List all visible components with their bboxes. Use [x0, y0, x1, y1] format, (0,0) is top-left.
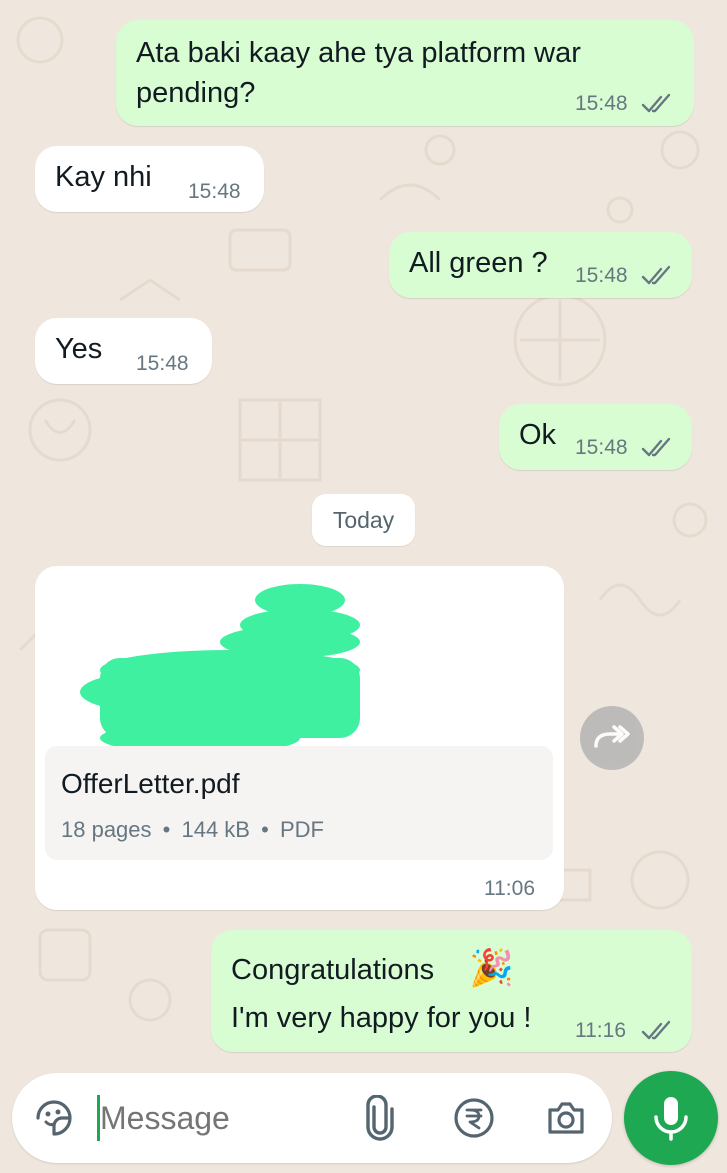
document-pages: 18 pages [61, 817, 152, 842]
redacted-document-preview [80, 584, 360, 754]
message-text: Ok [519, 419, 557, 451]
message-bubble-incoming[interactable]: Kay nhi 15:48 [35, 146, 264, 212]
message-text: Ata baki kaay ahe tya platform war [136, 37, 581, 69]
double-tick-icon [641, 437, 671, 457]
message-time: 15:48 [575, 92, 628, 115]
message-bubble-outgoing[interactable]: Ata baki kaay ahe tya platform war pendi… [116, 20, 694, 126]
forward-button[interactable] [580, 706, 644, 770]
message-bubble-outgoing[interactable]: All green ? 15:48 [389, 232, 692, 298]
attach-icon[interactable] [360, 1095, 400, 1141]
message-text: All green ? [409, 247, 548, 279]
message-bubble-outgoing[interactable]: Ok 15:48 [499, 404, 692, 470]
document-meta: 18 pages • 144 kB • PDF [61, 817, 324, 843]
message-text: Kay nhi [55, 161, 152, 193]
document-attachment[interactable]: OfferLetter.pdf 18 pages • 144 kB • PDF [45, 746, 553, 860]
document-type: PDF [279, 817, 324, 842]
message-time: 15:48 [136, 352, 189, 375]
message-time: 11:06 [484, 877, 535, 900]
voice-message-button[interactable] [624, 1071, 718, 1165]
message-time: 15:48 [575, 436, 628, 459]
rupee-payment-icon[interactable] [452, 1096, 496, 1140]
date-separator: Today [312, 494, 415, 546]
message-text: pending? [136, 77, 256, 109]
message-text: Yes [55, 333, 103, 365]
forward-icon [594, 725, 630, 748]
double-tick-icon [641, 93, 671, 113]
message-text: Congratulations [231, 954, 435, 986]
mic-icon [654, 1097, 688, 1141]
message-time: 15:48 [575, 264, 628, 287]
message-bubble-incoming[interactable]: Yes 15:48 [35, 318, 212, 384]
message-bubble-outgoing[interactable]: Congratulations 🎉 I'm very happy for you… [211, 930, 692, 1052]
camera-icon[interactable] [544, 1096, 588, 1140]
document-size: 144 kB [181, 817, 250, 842]
sticker-icon[interactable] [32, 1096, 76, 1140]
message-input[interactable] [100, 1089, 340, 1147]
double-tick-icon [641, 1020, 671, 1040]
message-time: 11:16 [575, 1019, 626, 1042]
meta-separator: • [162, 817, 171, 842]
meta-separator: • [261, 817, 269, 842]
party-popper-emoji: 🎉 [469, 947, 514, 988]
message-text: I'm very happy for you ! [231, 1002, 532, 1034]
message-input-bar [12, 1073, 612, 1163]
document-file-name: OfferLetter.pdf [61, 768, 240, 799]
double-tick-icon [641, 265, 671, 285]
message-time: 15:48 [188, 180, 241, 203]
